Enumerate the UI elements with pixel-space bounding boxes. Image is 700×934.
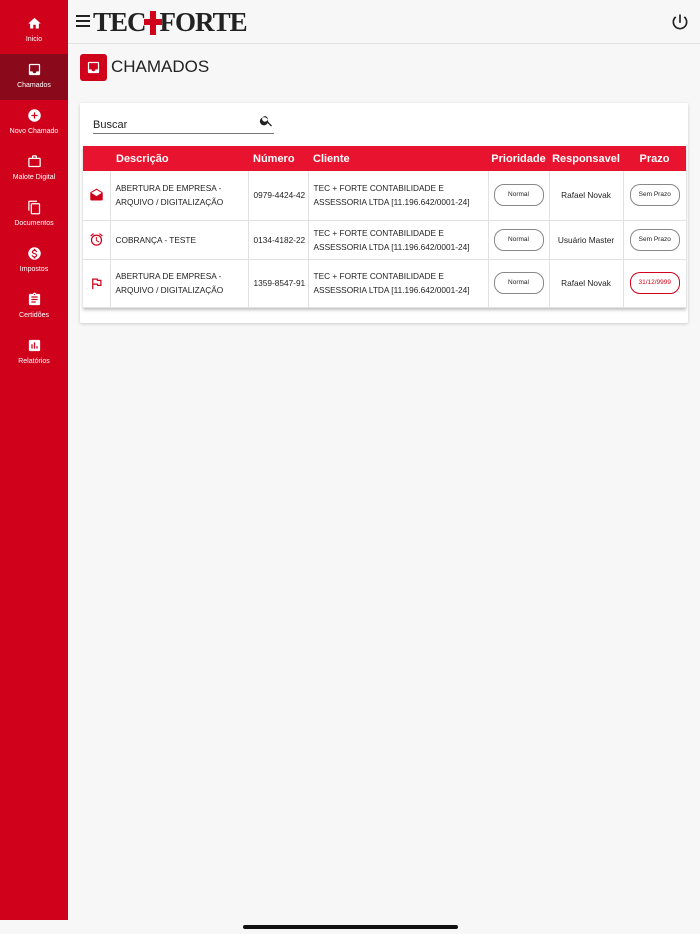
- logo-text-left: TEC: [93, 6, 147, 37]
- column-header-descricao[interactable]: Descrição: [110, 146, 248, 171]
- dollar-icon: [27, 247, 41, 260]
- column-header-icon: [83, 146, 110, 171]
- search-field: [93, 111, 274, 134]
- table-row[interactable]: ABERTURA DE EMPRESA - ARQUIVO / DIGITALI…: [83, 171, 686, 221]
- cell-responsavel: Usuário Master: [549, 220, 624, 260]
- chamados-table-wrapper: Descrição Número Cliente Prioridade Resp…: [83, 146, 686, 308]
- cell-prioridade: Normal: [488, 259, 550, 308]
- home-indicator[interactable]: [243, 925, 458, 929]
- column-header-responsavel[interactable]: Responsavel: [549, 146, 623, 171]
- chamados-card: Descrição Número Cliente Prioridade Resp…: [80, 103, 688, 323]
- cell-numero: 1359-8547-91: [248, 259, 309, 308]
- deadline-badge: 31/12/9999: [629, 272, 680, 294]
- search-icon[interactable]: [259, 113, 274, 128]
- sidebar-item-certidoes[interactable]: Certidões: [0, 284, 68, 330]
- sidebar-item-documentos[interactable]: Documentos: [0, 192, 68, 238]
- sidebar-item-inicio[interactable]: Inicio: [0, 8, 68, 54]
- sidebar: Inicio Chamados Novo Chamado Malote Digi…: [0, 0, 68, 920]
- top-bar: TEC FORTE: [68, 0, 700, 44]
- deadline-badge: Sem Prazo: [629, 184, 680, 207]
- row-icon-cell: [83, 171, 111, 221]
- page-header: CHAMADOS: [80, 53, 209, 81]
- cell-prazo: Sem Prazo: [623, 220, 686, 260]
- home-icon: [27, 17, 41, 29]
- cell-cliente: TEC + FORTE CONTABILIDADE E ASSESSORIA L…: [308, 220, 489, 260]
- cell-numero: 0134-4182-22: [248, 220, 309, 260]
- flag-icon: [91, 278, 102, 289]
- cell-prioridade: Normal: [488, 220, 550, 260]
- column-header-prioridade[interactable]: Prioridade: [488, 146, 549, 171]
- sidebar-item-label: Malote Digital: [12, 174, 56, 181]
- priority-badge: Normal: [493, 228, 544, 251]
- cell-prazo: 31/12/9999: [623, 259, 686, 308]
- priority-badge: Normal: [493, 272, 544, 294]
- sidebar-item-novo-chamado[interactable]: Novo Chamado: [0, 100, 68, 146]
- cell-descricao: COBRANÇA - TESTE: [110, 220, 249, 260]
- hamburger-menu-icon[interactable]: [76, 15, 90, 27]
- cell-responsavel: Rafael Novak: [549, 171, 624, 221]
- alarm-icon: [90, 233, 103, 246]
- cell-prazo: Sem Prazo: [623, 171, 686, 221]
- logo-text-right: FORTE: [159, 6, 248, 37]
- sidebar-item-impostos[interactable]: Impostos: [0, 238, 68, 284]
- column-header-cliente[interactable]: Cliente: [308, 146, 488, 171]
- row-icon-cell: [83, 259, 111, 308]
- documents-icon: [27, 200, 40, 215]
- sidebar-item-label: Documentos: [14, 220, 54, 227]
- inbox-icon: [28, 63, 40, 76]
- priority-badge: Normal: [493, 184, 544, 207]
- tec-forte-logo: TEC FORTE: [93, 6, 248, 38]
- add-circle-icon: [27, 109, 41, 122]
- sidebar-item-chamados[interactable]: Chamados: [0, 54, 68, 100]
- chamados-table: Descrição Número Cliente Prioridade Resp…: [83, 146, 686, 308]
- sidebar-item-label: Certidões: [19, 312, 49, 319]
- table-row[interactable]: ABERTURA DE EMPRESA - ARQUIVO / DIGITALI…: [83, 259, 686, 308]
- cell-cliente: TEC + FORTE CONTABILIDADE E ASSESSORIA L…: [308, 171, 489, 221]
- inbox-icon: [80, 53, 107, 81]
- cell-descricao: ABERTURA DE EMPRESA - ARQUIVO / DIGITALI…: [110, 259, 249, 308]
- search-input[interactable]: [93, 111, 253, 133]
- cell-responsavel: Rafael Novak: [549, 259, 624, 308]
- cell-cliente: TEC + FORTE CONTABILIDADE E ASSESSORIA L…: [308, 259, 489, 308]
- cell-descricao: ABERTURA DE EMPRESA - ARQUIVO / DIGITALI…: [110, 171, 249, 221]
- open-mail-icon: [90, 188, 103, 201]
- cell-prioridade: Normal: [488, 171, 550, 221]
- clipboard-icon: [28, 292, 40, 306]
- column-header-numero[interactable]: Número: [248, 146, 308, 171]
- power-icon[interactable]: [670, 12, 690, 32]
- sidebar-item-relatorios[interactable]: Relatórios: [0, 330, 68, 376]
- sidebar-item-malote-digital[interactable]: Malote Digital: [0, 146, 68, 192]
- deadline-badge: Sem Prazo: [629, 228, 680, 251]
- sidebar-item-label: Inicio: [25, 36, 43, 43]
- column-header-prazo[interactable]: Prazo: [623, 146, 686, 171]
- sidebar-item-label: Chamados: [17, 82, 51, 89]
- page-title: CHAMADOS: [111, 57, 210, 76]
- table-row[interactable]: COBRANÇA - TESTE 0134-4182-22 TEC + FORT…: [83, 220, 686, 260]
- sidebar-item-label: Impostos: [19, 266, 49, 273]
- logo-cross-icon: [143, 9, 162, 35]
- row-icon-cell: [83, 220, 111, 260]
- briefcase-icon: [27, 155, 41, 168]
- cell-numero: 0979-4424-42: [248, 171, 309, 221]
- bar-chart-icon: [28, 339, 40, 352]
- table-header-row: Descrição Número Cliente Prioridade Resp…: [83, 146, 686, 171]
- sidebar-item-label: Relatórios: [18, 358, 50, 365]
- sidebar-item-label: Novo Chamado: [9, 128, 59, 135]
